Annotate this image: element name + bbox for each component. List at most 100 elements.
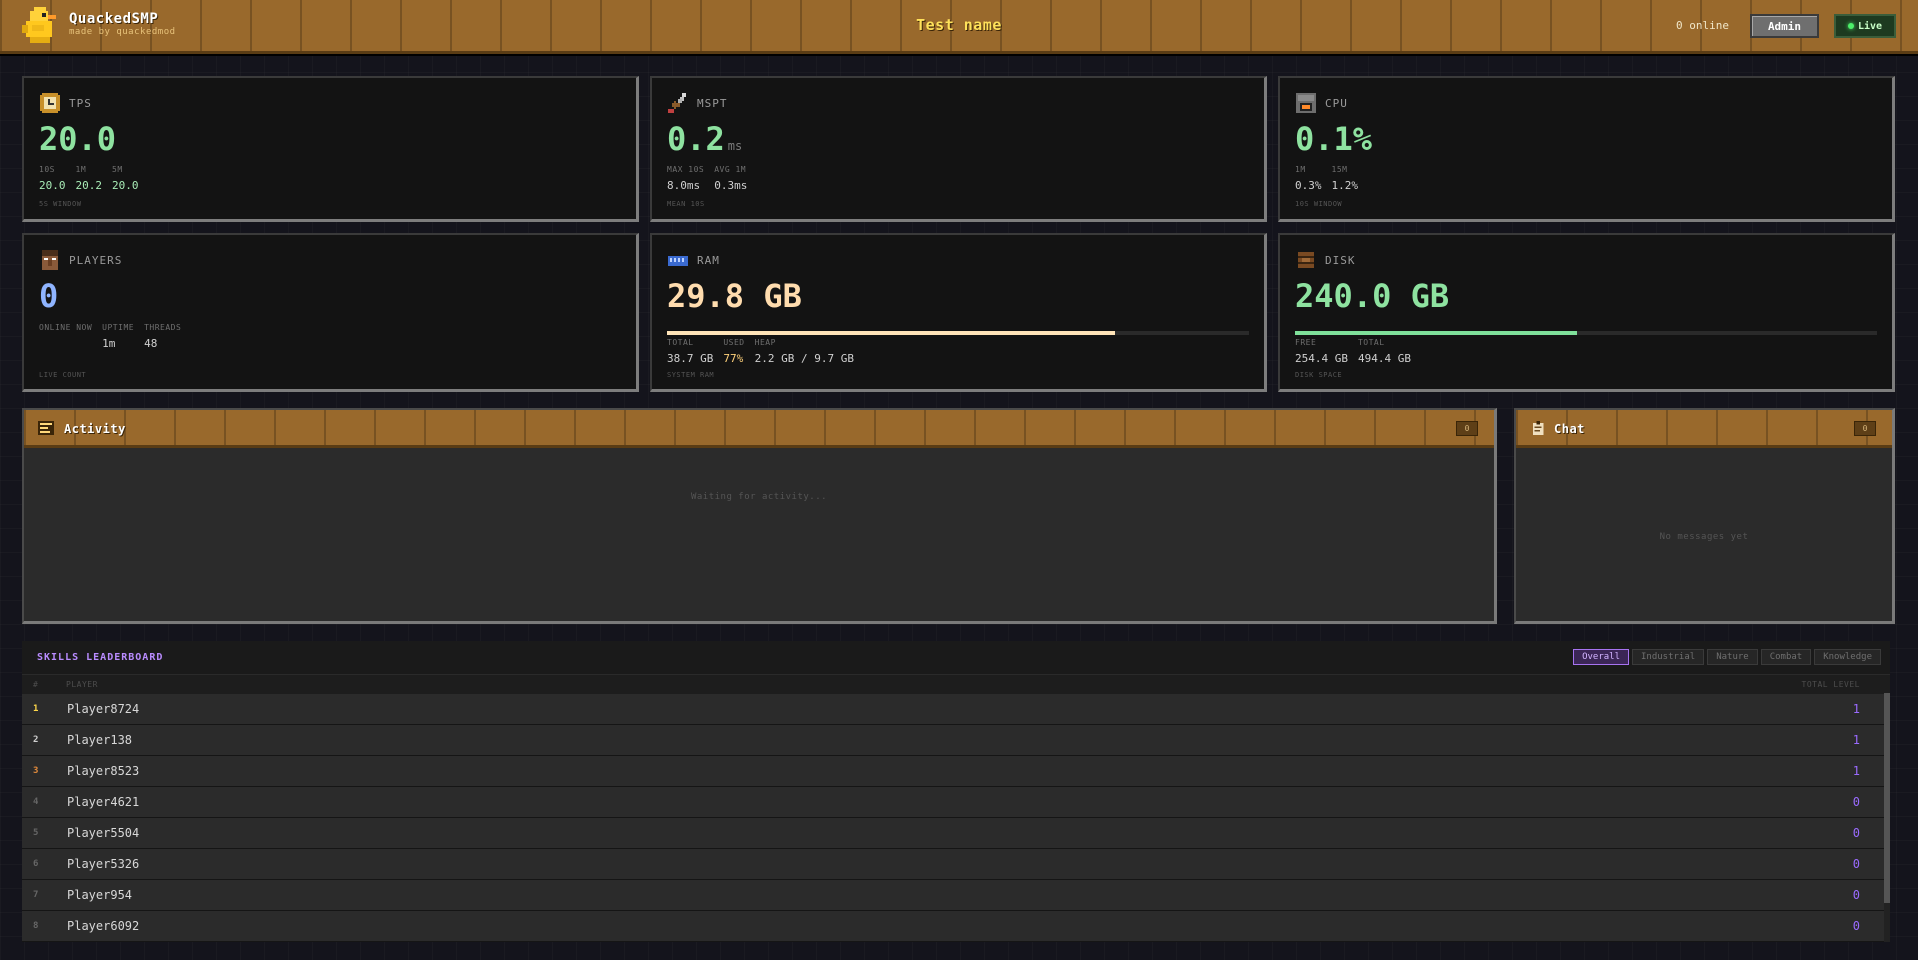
table-row[interactable]: 4 Player4621 0 [22, 787, 1890, 818]
brand: QuackedSMP made by quackedmod [69, 11, 176, 37]
cpu-breakdown: 1M 0.3% 15M 1.2% [1295, 165, 1358, 192]
cpu-15m-label: 15M [1331, 165, 1348, 174]
player-name-cell: Player8523 [67, 764, 140, 778]
disk-label: DISK [1325, 254, 1356, 267]
mspt-max-value: 8.0ms [667, 179, 701, 192]
mspt-value-wrap: 0.2 ms [667, 120, 742, 158]
uptime-value: 1m [102, 337, 116, 350]
ram-label: RAM [697, 254, 720, 267]
mspt-label: MSPT [697, 97, 728, 110]
table-row[interactable]: 1 Player8724 1 [22, 694, 1890, 725]
tab-knowledge[interactable]: Knowledge [1814, 649, 1881, 665]
top-bar: QuackedSMP made by quackedmod Test name … [0, 0, 1918, 54]
chat-header: Chat 0 [1516, 410, 1892, 448]
uptime-label: UPTIME [102, 323, 135, 332]
total-level-cell: 0 [1852, 826, 1860, 840]
ram-card: RAM 29.8 GB TOTAL 38.7 GB USED 77% HEAP 2.2… [650, 233, 1267, 392]
chat-panel: Chat 0 No messages yet [1514, 408, 1895, 624]
rank-cell: 8 [33, 921, 39, 931]
activity-title: Activity [64, 422, 126, 436]
player-name-cell: Player5326 [67, 857, 140, 871]
rank-column-header: # [33, 680, 39, 689]
table-row[interactable]: 3 Player8523 1 [22, 756, 1890, 787]
live-label: Live [1857, 20, 1883, 32]
activity-empty-message: Waiting for activity... [690, 492, 828, 502]
mspt-avg-value: 0.3ms [714, 179, 748, 192]
clock-icon [40, 93, 60, 113]
rank-cell: 7 [33, 890, 39, 900]
clipboard-icon [1532, 421, 1544, 435]
mspt-unit: ms [727, 139, 743, 153]
leaderboard-rows: 1 Player8724 1 2 Player138 1 3 Player8523 1 4 Play… [22, 694, 1890, 942]
barrel-icon [1298, 252, 1314, 268]
chat-empty-message: No messages yet [1659, 532, 1749, 542]
ram-usage-bar [667, 331, 1249, 335]
tps-1m-label: 1M [75, 165, 87, 174]
players-card: PLAYERS 0 ONLINE NOW UPTIME 1m THREADS 48 … [22, 233, 639, 392]
table-row[interactable]: 7 Player954 0 [22, 880, 1890, 911]
table-row[interactable]: 2 Player138 1 [22, 725, 1890, 756]
player-name-cell: Player6092 [67, 919, 140, 933]
ram-footer: SYSTEM RAM [667, 371, 715, 379]
player-name-cell: Player138 [67, 733, 133, 747]
mspt-breakdown: MAX 10S 8.0ms AVG 1M 0.3ms [667, 165, 747, 192]
feed-icon [38, 421, 54, 435]
rank-cell: 6 [33, 859, 39, 869]
level-column-header: TOTAL LEVEL [1801, 680, 1860, 689]
tps-10s-value: 20.0 [39, 179, 66, 192]
disk-total-value: 494.4 GB [1357, 352, 1411, 365]
live-button[interactable]: Live [1834, 14, 1896, 38]
disk-footer: DISK SPACE [1295, 371, 1343, 379]
ram-breakdown: TOTAL 38.7 GB USED 77% HEAP 2.2 GB / 9.7 GB [667, 338, 854, 365]
leaderboard-tabs: Overall Industrial Nature Combat Knowled… [1573, 649, 1881, 665]
tab-overall[interactable]: Overall [1573, 649, 1629, 665]
tps-label: TPS [69, 97, 92, 110]
activity-header: Activity 0 [24, 410, 1494, 448]
players-value: 0 [39, 277, 59, 315]
players-online-label: ONLINE NOW [39, 323, 93, 332]
ram-usage-fill [667, 331, 1116, 335]
players-label: PLAYERS [69, 254, 123, 267]
disk-total-label: TOTAL [1357, 338, 1385, 347]
memory-icon [668, 256, 688, 266]
ram-used-value: 77% [723, 352, 744, 365]
ram-total-label: TOTAL [667, 338, 694, 347]
brand-name: QuackedSMP [69, 11, 159, 27]
threads-label: THREADS [144, 323, 182, 332]
total-level-cell: 0 [1852, 857, 1860, 871]
tab-nature[interactable]: Nature [1707, 649, 1758, 665]
cpu-value: 0.1% [1295, 120, 1373, 158]
disk-value: 240.0 GB [1295, 277, 1450, 315]
mspt-max-label: MAX 10S [667, 165, 705, 174]
players-breakdown: ONLINE NOW UPTIME 1m THREADS 48 [39, 323, 181, 350]
player-name-cell: Player954 [67, 888, 133, 902]
rank-cell: 2 [33, 735, 39, 745]
leaderboard-scrollbar-thumb[interactable] [1884, 693, 1890, 903]
rank-cell: 3 [33, 766, 39, 776]
rank-cell: 1 [33, 704, 39, 714]
table-row[interactable]: 6 Player5326 0 [22, 849, 1890, 880]
mspt-avg-label: AVG 1M [714, 165, 747, 174]
disk-free-label: FREE [1295, 338, 1317, 347]
tab-combat[interactable]: Combat [1760, 649, 1812, 665]
table-row[interactable]: 5 Player5504 0 [22, 818, 1890, 849]
tab-industrial[interactable]: Industrial [1632, 649, 1705, 665]
cpu-15m-value: 1.2% [1331, 179, 1359, 192]
cpu-1m-label: 1M [1295, 165, 1306, 174]
total-level-cell: 0 [1852, 795, 1860, 809]
cpu-1m-value: 0.3% [1295, 179, 1322, 192]
activity-panel: Activity 0 Waiting for activity... [22, 408, 1497, 624]
cpu-label: CPU [1325, 97, 1348, 110]
players-footer: LIVE COUNT [39, 371, 87, 379]
tps-footer: 5S WINDOW [39, 200, 82, 208]
table-row[interactable]: 8 Player6092 0 [22, 911, 1890, 942]
mspt-card: MSPT 0.2 ms MAX 10S 8.0ms AVG 1M 0.3ms MEAN… [650, 76, 1267, 222]
online-count: 0 online [1676, 19, 1729, 32]
total-level-cell: 1 [1852, 764, 1860, 778]
mspt-value: 0.2 [667, 120, 725, 158]
admin-button[interactable]: Admin [1750, 14, 1819, 38]
disk-free-value: 254.4 GB [1295, 352, 1348, 365]
tps-breakdown: 10S 20.0 1M 20.2 5M 20.0 [39, 165, 139, 192]
furnace-icon [1296, 93, 1316, 113]
skills-leaderboard: SKILLS LEADERBOARD Overall Industrial Na… [22, 641, 1890, 942]
